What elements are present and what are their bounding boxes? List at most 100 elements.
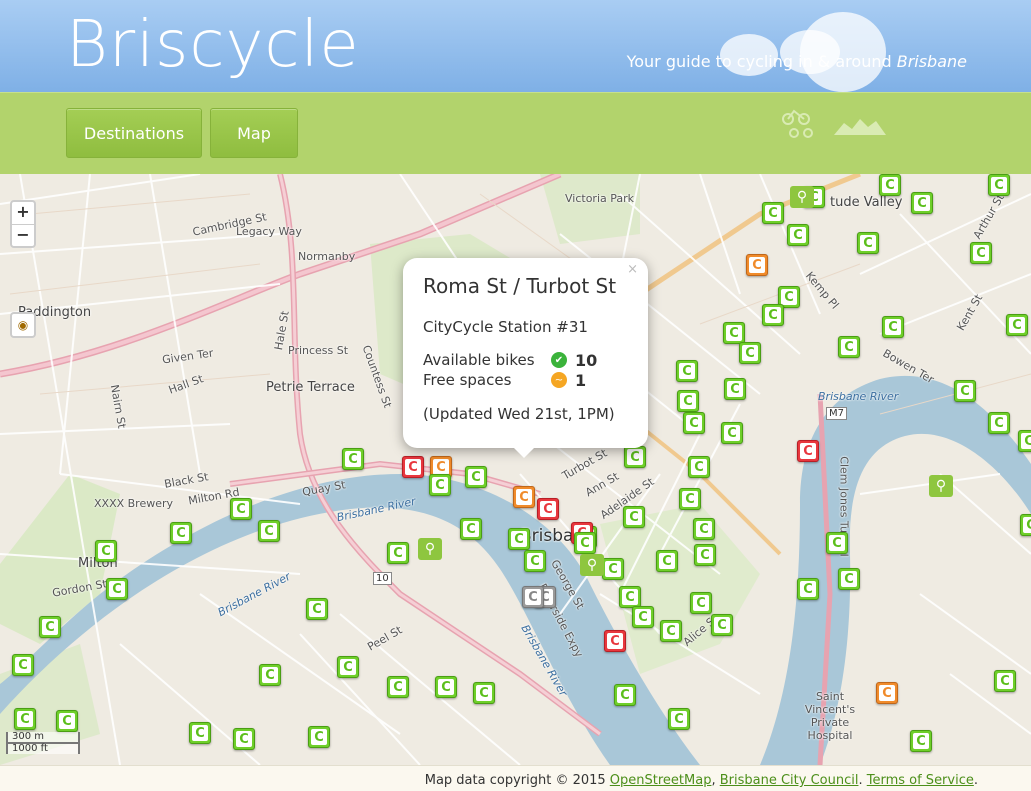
station-marker-available[interactable]: C: [679, 488, 701, 510]
cyclecycle-c-icon: C: [659, 553, 675, 569]
bike-path-icon[interactable]: ⚲: [580, 554, 604, 576]
station-marker-available[interactable]: C: [882, 316, 904, 338]
station-marker-available[interactable]: C: [12, 654, 34, 676]
terms-of-service-link[interactable]: Terms of Service: [867, 773, 974, 788]
zoom-in-button[interactable]: +: [12, 202, 34, 224]
station-marker-available[interactable]: C: [106, 578, 128, 600]
station-marker-available[interactable]: C: [857, 232, 879, 254]
station-marker-available[interactable]: C: [683, 412, 705, 434]
station-marker-available[interactable]: C: [797, 578, 819, 600]
station-marker-available[interactable]: C: [632, 606, 654, 628]
station-marker-available[interactable]: C: [233, 728, 255, 750]
station-marker-available[interactable]: C: [676, 360, 698, 382]
site-logo[interactable]: Briscycle: [66, 8, 360, 82]
openstreetmap-link[interactable]: OpenStreetMap: [610, 773, 712, 788]
map-button[interactable]: Map: [210, 108, 298, 158]
bike-path-icon[interactable]: ⚲: [929, 475, 953, 497]
station-marker-available[interactable]: C: [574, 532, 596, 554]
station-marker-available[interactable]: C: [189, 722, 211, 744]
station-marker-available[interactable]: C: [624, 446, 646, 468]
station-marker-available[interactable]: C: [762, 202, 784, 224]
station-marker-available[interactable]: C: [668, 708, 690, 730]
station-marker-available[interactable]: C: [435, 676, 457, 698]
station-marker-available[interactable]: C: [258, 520, 280, 542]
map-label: Victoria Park: [565, 192, 635, 205]
station-marker-available[interactable]: C: [838, 568, 860, 590]
station-marker-empty[interactable]: C: [604, 630, 626, 652]
station-marker-low[interactable]: C: [876, 682, 898, 704]
close-icon[interactable]: ×: [627, 262, 638, 277]
station-marker-available[interactable]: C: [602, 558, 624, 580]
station-marker-available[interactable]: C: [656, 550, 678, 572]
station-marker-available[interactable]: C: [988, 174, 1010, 196]
station-marker-low[interactable]: C: [513, 486, 535, 508]
station-marker-available[interactable]: C: [623, 506, 645, 528]
station-marker-available[interactable]: C: [170, 522, 192, 544]
station-marker-available[interactable]: C: [342, 448, 364, 470]
station-marker-available[interactable]: C: [508, 528, 530, 550]
station-marker-available[interactable]: C: [306, 598, 328, 620]
station-marker-available[interactable]: C: [838, 336, 860, 358]
station-marker-available[interactable]: C: [1020, 514, 1031, 536]
station-marker-empty[interactable]: C: [797, 440, 819, 462]
destinations-button[interactable]: Destinations: [66, 108, 202, 158]
station-marker-available[interactable]: C: [954, 380, 976, 402]
station-marker-available[interactable]: C: [660, 620, 682, 642]
station-marker-available[interactable]: C: [465, 466, 487, 488]
check-icon: ✔: [551, 352, 567, 368]
station-marker-available[interactable]: C: [1018, 430, 1031, 452]
station-marker-available[interactable]: C: [524, 550, 546, 572]
station-marker-available[interactable]: C: [1006, 314, 1028, 336]
zoom-out-button[interactable]: −: [12, 224, 34, 246]
station-marker-available[interactable]: C: [879, 174, 901, 196]
station-marker-available[interactable]: C: [721, 422, 743, 444]
locate-me-icon[interactable]: ◉: [10, 312, 36, 338]
map-label: Brisbane River: [818, 390, 899, 403]
station-marker-available[interactable]: C: [711, 614, 733, 636]
station-marker-available[interactable]: C: [308, 726, 330, 748]
cyclecycle-c-icon: C: [605, 561, 621, 577]
station-marker-available[interactable]: C: [95, 540, 117, 562]
station-marker-available[interactable]: C: [739, 342, 761, 364]
station-marker-available[interactable]: C: [988, 412, 1010, 434]
station-marker-available[interactable]: C: [690, 592, 712, 614]
station-marker-available[interactable]: C: [39, 616, 61, 638]
station-marker-available[interactable]: C: [56, 710, 78, 732]
station-marker-available[interactable]: C: [14, 708, 36, 730]
station-marker-available[interactable]: C: [230, 498, 252, 520]
station-marker-available[interactable]: C: [677, 390, 699, 412]
station-marker-available[interactable]: C: [259, 664, 281, 686]
scale-imperial: 1000 ft: [6, 742, 80, 754]
station-marker-empty[interactable]: C: [537, 498, 559, 520]
station-marker-available[interactable]: C: [724, 378, 746, 400]
cyclecycle-c-icon: C: [841, 571, 857, 587]
bike-path-icon[interactable]: ⚲: [790, 186, 814, 208]
station-marker-available[interactable]: C: [970, 242, 992, 264]
cyclecycle-c-icon: C: [233, 501, 249, 517]
station-marker-low[interactable]: C: [746, 254, 768, 276]
station-marker-available[interactable]: C: [826, 532, 848, 554]
station-marker-available[interactable]: C: [473, 682, 495, 704]
station-marker-offline[interactable]: C: [522, 586, 544, 608]
station-marker-available[interactable]: C: [762, 304, 784, 326]
station-marker-available[interactable]: C: [911, 192, 933, 214]
station-marker-available[interactable]: C: [693, 518, 715, 540]
station-marker-available[interactable]: C: [387, 676, 409, 698]
station-marker-available[interactable]: C: [429, 474, 451, 496]
station-marker-available[interactable]: C: [910, 730, 932, 752]
station-marker-available[interactable]: C: [994, 670, 1016, 692]
station-marker-available[interactable]: C: [387, 542, 409, 564]
station-marker-available[interactable]: C: [614, 684, 636, 706]
station-marker-available[interactable]: C: [337, 656, 359, 678]
station-marker-empty[interactable]: C: [402, 456, 424, 478]
brisbane-city-council-link[interactable]: Brisbane City Council: [720, 773, 859, 788]
station-marker-available[interactable]: C: [787, 224, 809, 246]
station-marker-available[interactable]: C: [694, 544, 716, 566]
station-marker-available[interactable]: C: [460, 518, 482, 540]
station-marker-available[interactable]: C: [688, 456, 710, 478]
warning-icon: ~: [551, 372, 567, 388]
station-marker-available[interactable]: C: [619, 586, 641, 608]
bike-path-icon[interactable]: ⚲: [418, 538, 442, 560]
station-marker-available[interactable]: C: [723, 322, 745, 344]
map-view[interactable]: Paddington Normanby Petrie Terrace Milto…: [0, 174, 1031, 765]
